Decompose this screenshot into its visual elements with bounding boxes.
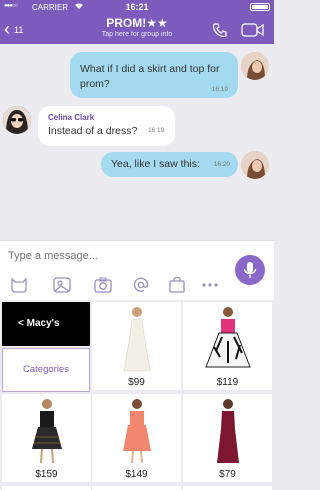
dress-image [31, 399, 62, 464]
chat-title[interactable]: PROM!★★ [0, 16, 274, 30]
message-text: Yea, like I saw this: [111, 158, 200, 170]
avatar[interactable] [3, 106, 31, 134]
message-input[interactable] [8, 247, 218, 265]
store-back-button[interactable]: < Macy's [2, 302, 90, 346]
dress-image [122, 399, 151, 464]
mention-icon[interactable] [132, 277, 150, 293]
camera-icon[interactable] [94, 277, 112, 293]
dress-image [216, 399, 239, 463]
more-icon[interactable] [201, 277, 219, 293]
product-card[interactable]: $99 [92, 302, 181, 390]
product-price: $99 [128, 377, 145, 388]
image-icon[interactable] [53, 277, 71, 293]
message-composer [0, 240, 274, 300]
battery-icon [250, 3, 270, 11]
sender-name: Celina Clark [48, 113, 95, 122]
product-card[interactable]: $149 [92, 394, 181, 482]
message-time: 16:19 [211, 86, 228, 93]
product-card[interactable] [183, 486, 272, 490]
chat-header: ●●●○○ CARRIER 16:21 ‹ 11 PROM!★★ Tap her… [0, 0, 274, 44]
product-price: $149 [125, 469, 148, 480]
product-card[interactable]: $119 [183, 302, 272, 390]
product-card[interactable] [2, 486, 91, 490]
status-bar: ●●●○○ CARRIER 16:21 [0, 0, 274, 14]
incoming-message[interactable]: Celina Clark Instead of a dress? 16:19 [38, 106, 175, 146]
outgoing-message[interactable]: What if I did a skirt and top for prom? … [70, 52, 238, 98]
avatar[interactable] [241, 52, 269, 80]
product-card[interactable] [92, 486, 181, 490]
product-price: $159 [35, 469, 58, 480]
dress-image [204, 307, 251, 368]
voice-message-button[interactable] [235, 255, 265, 285]
message-time: 16:19 [148, 127, 165, 134]
outgoing-message[interactable]: Yea, like I saw this: 16:20 [101, 152, 238, 177]
avatar[interactable] [241, 151, 269, 179]
shopping-bag-icon[interactable] [168, 277, 186, 293]
video-call-icon[interactable] [241, 22, 265, 38]
categories-button[interactable]: Categories [2, 348, 90, 392]
store-name: < Macy's [18, 318, 60, 329]
message-list[interactable]: What if I did a skirt and top for prom? … [0, 44, 274, 240]
product-price: $79 [219, 469, 236, 480]
product-card[interactable]: $159 [2, 394, 91, 482]
product-card[interactable]: $79 [183, 394, 272, 482]
microphone-icon [243, 262, 257, 278]
message-text: What if I did a skirt and top for prom? [80, 63, 220, 90]
message-time: 16:20 [213, 161, 230, 168]
sticker-icon[interactable] [10, 277, 28, 293]
status-time: 16:21 [125, 2, 149, 12]
store-product-grid: < Macy's Categories $99 $119 $159 $149 $… [0, 300, 274, 490]
product-price: $119 [216, 377, 239, 388]
phone-call-icon[interactable] [212, 22, 228, 38]
dress-image [123, 307, 150, 372]
message-text: Instead of a dress? [48, 125, 138, 137]
group-info-link[interactable]: Tap here for group info [0, 31, 274, 38]
